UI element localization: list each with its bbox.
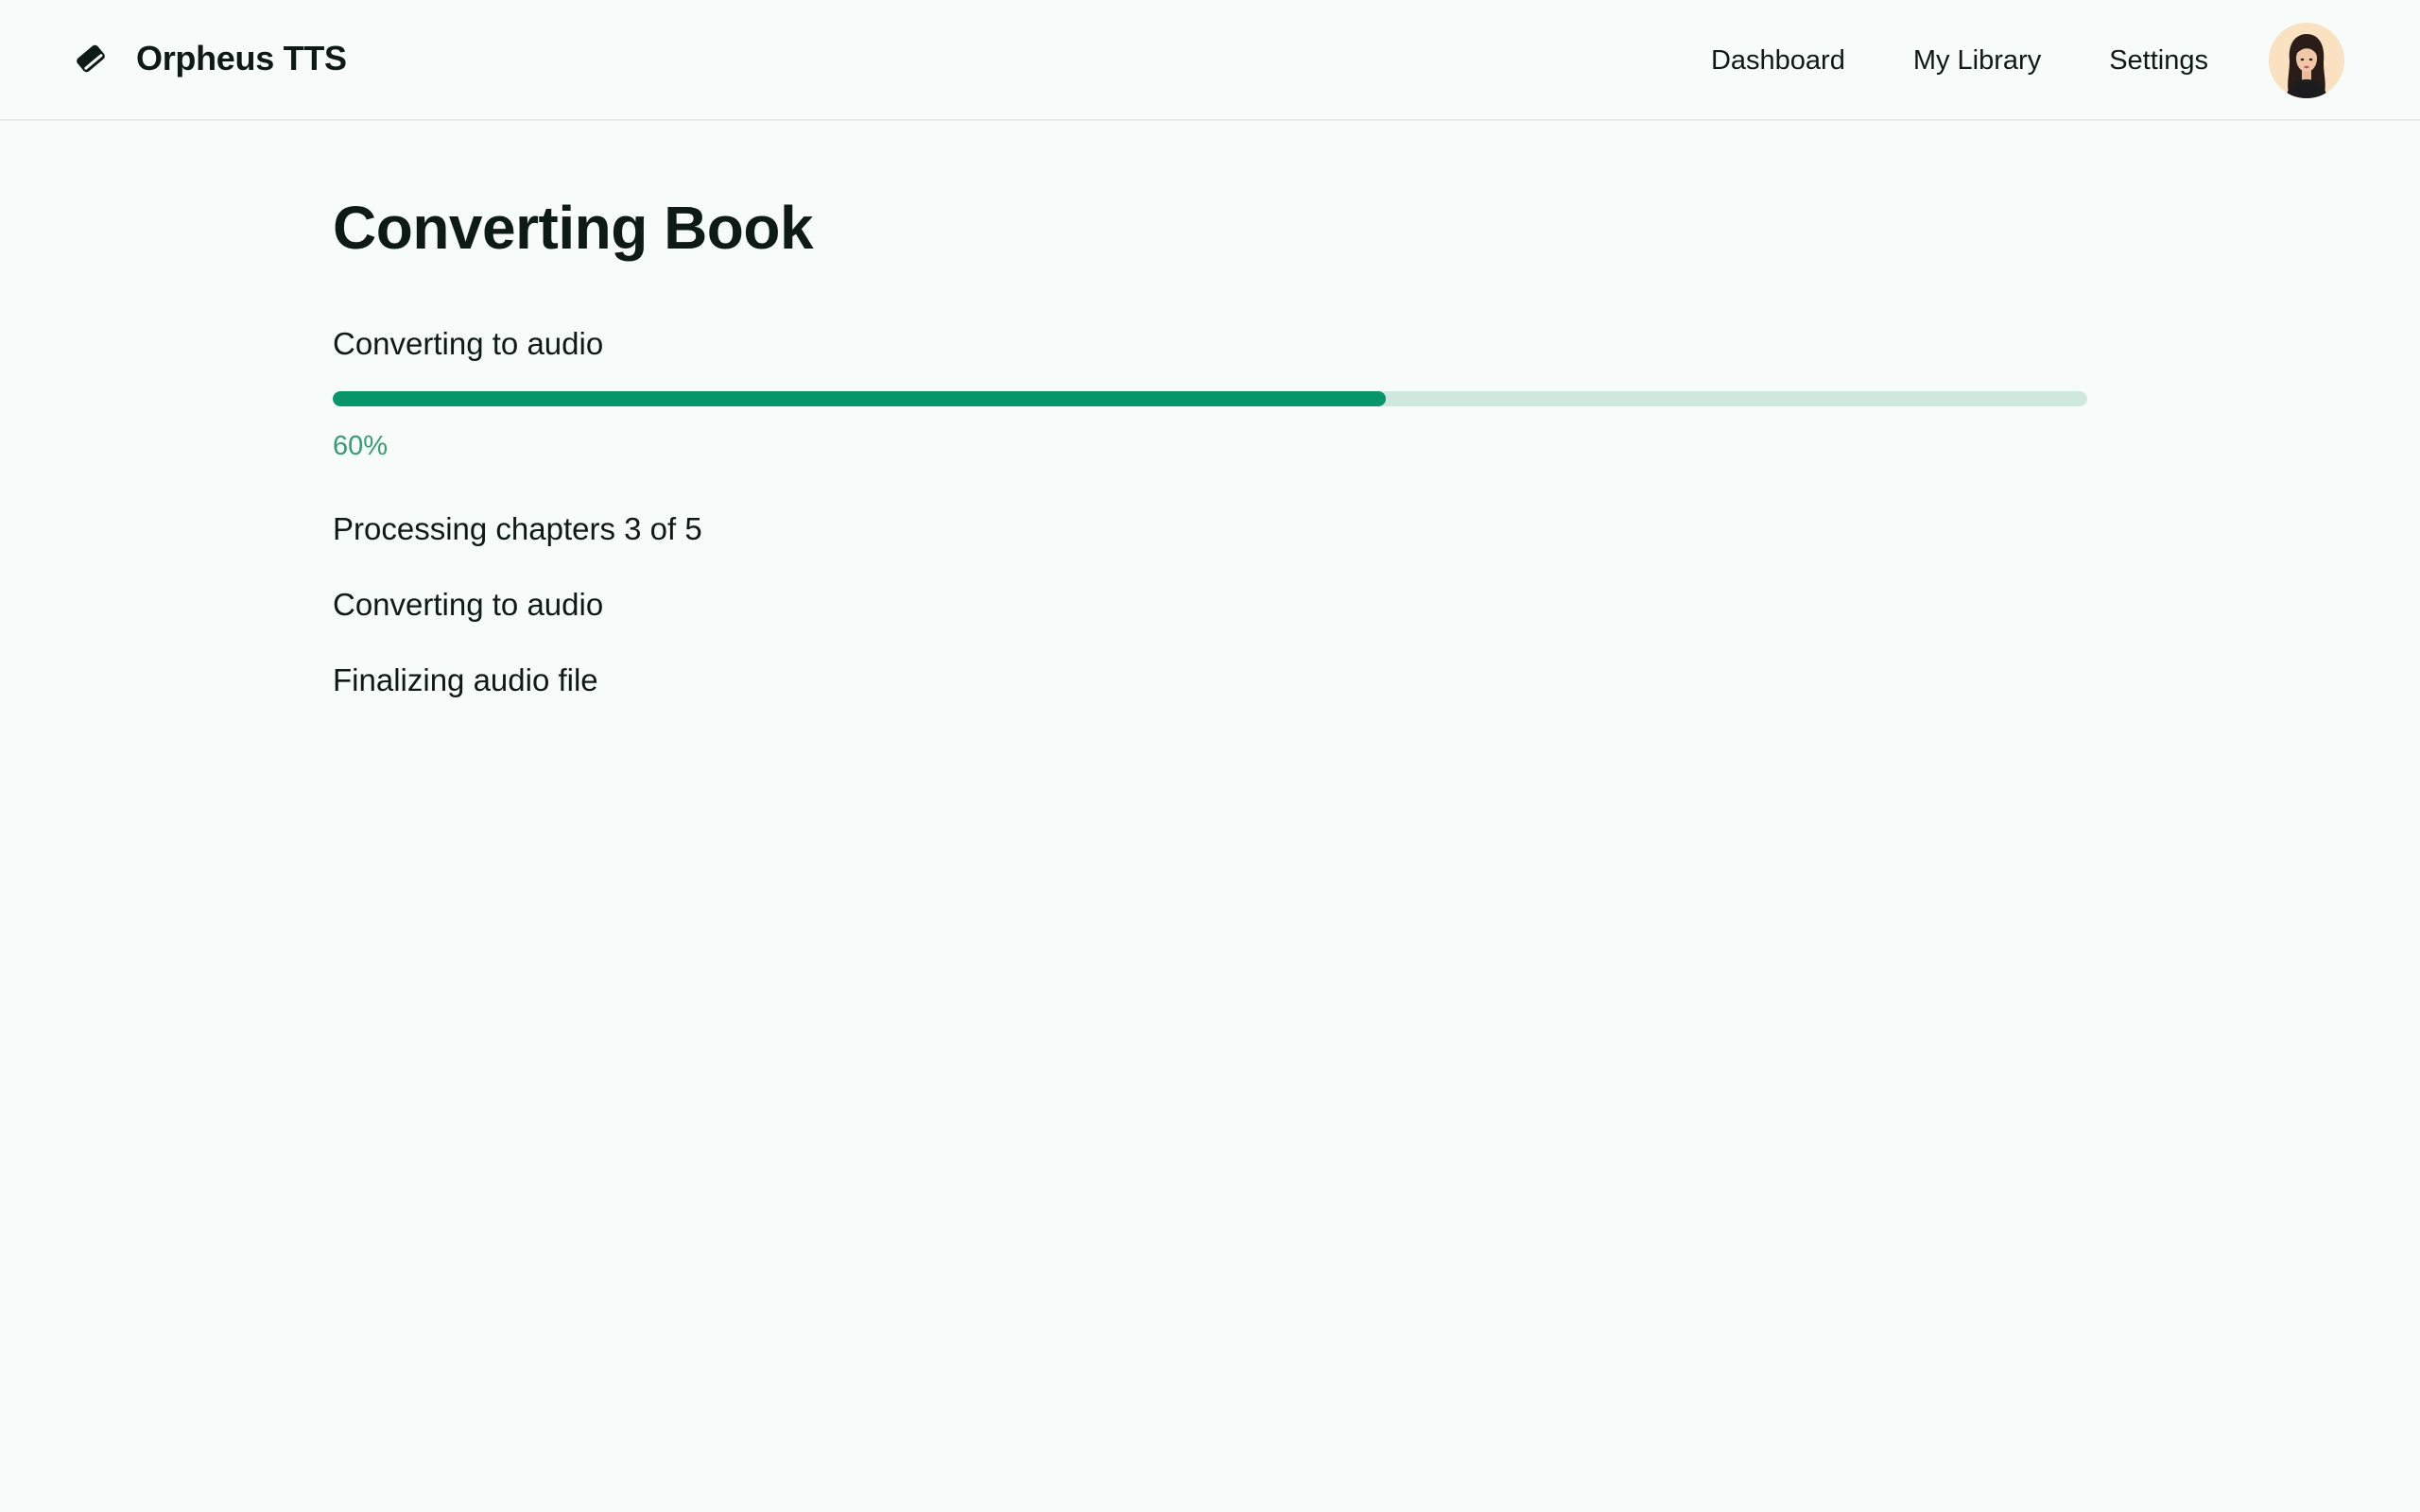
progress-bar-fill [333, 391, 1386, 406]
page-title: Converting Book [333, 194, 814, 262]
progress-bar [333, 391, 2087, 406]
brand-name: Orpheus TTS [136, 39, 347, 77]
nav-settings[interactable]: Settings [2109, 45, 2208, 77]
progress-percent: 60% [333, 431, 389, 461]
step-converting-audio: Converting to audio [333, 587, 604, 622]
main-nav: Dashboard My Library Settings [1711, 23, 2344, 98]
user-avatar[interactable] [2269, 23, 2344, 98]
main-content: Converting Book Converting to audio 60% … [333, 189, 2087, 699]
progress-label: Converting to audio [333, 326, 604, 361]
nav-dashboard[interactable]: Dashboard [1711, 45, 1845, 77]
top-header: Orpheus TTS Dashboard My Library Setting… [0, 0, 2420, 121]
brand[interactable]: Orpheus TTS [74, 32, 347, 85]
step-finalizing: Finalizing audio file [333, 662, 598, 697]
book-icon [74, 42, 108, 76]
step-processing-chapters: Processing chapters 3 of 5 [333, 511, 702, 546]
nav-my-library[interactable]: My Library [1913, 45, 2041, 77]
